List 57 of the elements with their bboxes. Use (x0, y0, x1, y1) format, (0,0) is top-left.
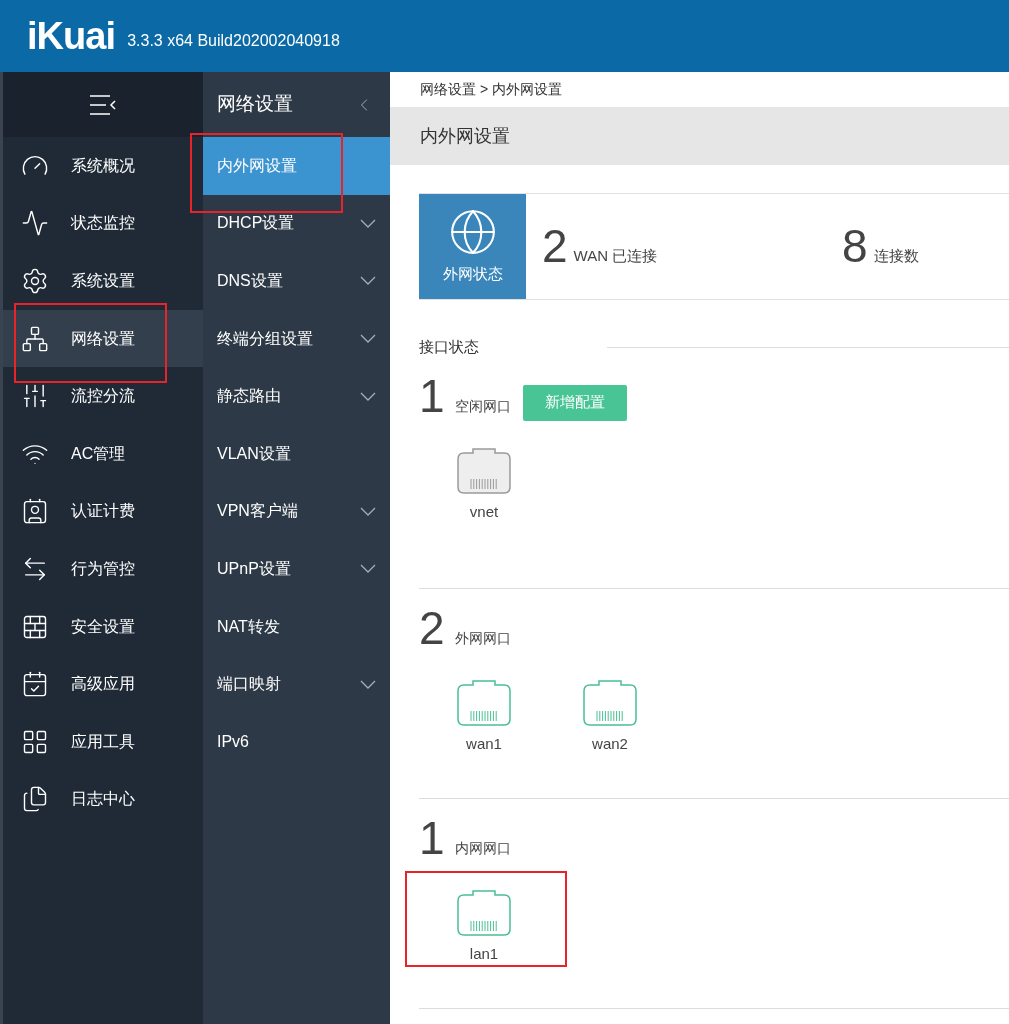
stat-label: 连接数 (873, 245, 919, 266)
submenu-item[interactable]: DHCP设置 (203, 194, 390, 253)
sidebar-item[interactable]: 系统概况 (3, 137, 203, 195)
submenu-item[interactable]: VLAN设置 (203, 424, 390, 483)
submenu-item[interactable]: 终端分组设置 (203, 309, 390, 368)
chevron-down-icon (360, 564, 376, 574)
sidebar-item[interactable]: 行为管控 (3, 540, 203, 598)
sidebar-item[interactable]: 认证计费 (3, 482, 203, 541)
sidebar-item[interactable]: 日志中心 (3, 770, 203, 829)
sidebar-item[interactable]: 高级应用 (3, 655, 203, 713)
port-name: lan1 (469, 943, 499, 964)
submenu-item[interactable]: 端口映射 (203, 655, 390, 713)
chevron-down-icon (360, 334, 376, 344)
port-group-label: 内网网口 (454, 838, 511, 858)
chevron-down-icon (360, 218, 376, 228)
page-title-bar: 内外网设置 (390, 107, 1009, 165)
stat-label: WAN 已连接 (573, 245, 658, 266)
sidebar-item[interactable]: 网络设置 (3, 309, 203, 368)
submenu-item[interactable]: DNS设置 (203, 252, 390, 310)
submenu-item[interactable]: IPv6 (203, 712, 390, 771)
submenu-item[interactable]: UPnP设置 (203, 540, 390, 598)
sidebar-item[interactable]: 应用工具 (3, 712, 203, 771)
section-title: 接口状态 (419, 337, 480, 357)
logo: iKuai (27, 17, 116, 55)
pulse-monitor-icon (21, 209, 49, 238)
chevron-down-icon (360, 391, 376, 401)
stat-value: 8 (842, 223, 868, 269)
documents-icon (21, 785, 49, 814)
sidebar-item[interactable]: 安全设置 (3, 597, 203, 656)
version-text: 3.3.3 x64 Build202002040918 (127, 31, 340, 51)
chevron-down-icon (360, 679, 376, 689)
wan-status-tile: 外网状态 (419, 194, 526, 299)
id-card-icon (21, 497, 49, 526)
sidebar-item[interactable]: 流控分流 (3, 367, 203, 425)
submenu-title: 网络设置 (217, 92, 293, 117)
sidebar-item[interactable]: 状态监控 (3, 194, 203, 253)
sidebar-item[interactable]: 系统设置 (3, 252, 203, 310)
port-count: 1 (419, 372, 445, 419)
port-group-label: 空闲网口 (454, 396, 511, 416)
port-count: 2 (419, 604, 445, 651)
port-name: vnet (469, 501, 499, 522)
collapse-menu-icon[interactable] (88, 92, 118, 117)
network-tree-icon (21, 324, 49, 353)
sidebar-item[interactable]: AC管理 (3, 424, 203, 483)
submenu-item[interactable]: 静态路由 (203, 367, 390, 425)
calendar-check-icon (21, 670, 49, 699)
submenu-item[interactable]: NAT转发 (203, 597, 390, 656)
port-group-label: 外网网口 (454, 628, 511, 648)
port-name: wan2 (592, 733, 628, 754)
submenu-item[interactable]: VPN客户端 (203, 482, 390, 541)
port-name: wan1 (466, 733, 502, 754)
breadcrumb: 网络设置 > 内外网设置 (419, 80, 563, 99)
chevron-down-icon (360, 276, 376, 286)
chevron-down-icon (360, 506, 376, 516)
stat-value: 2 (542, 223, 568, 269)
gear-icon (21, 267, 49, 295)
port-count: 1 (419, 814, 445, 861)
